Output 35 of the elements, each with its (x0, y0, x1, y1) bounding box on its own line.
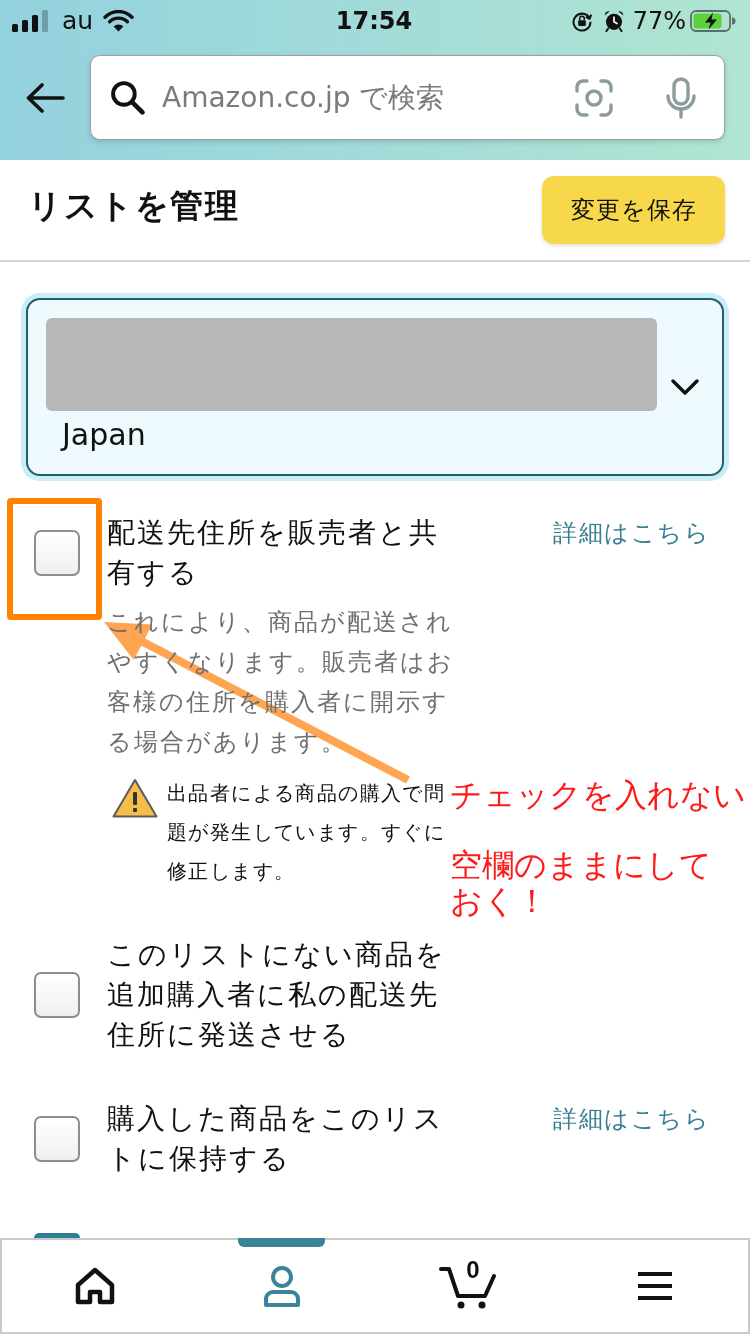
carrier-name: au (62, 6, 94, 36)
annotation-text: 空欄のままにしておく！ (450, 847, 713, 919)
microphone-icon[interactable] (665, 76, 697, 119)
person-icon (262, 1265, 301, 1307)
save-changes-button[interactable]: 変更を保存 (542, 176, 725, 244)
search-icon (110, 80, 145, 115)
page-title: リストを管理 (28, 185, 239, 227)
option-label: 配送先住所を販売者と共有する (107, 515, 440, 591)
back-arrow-icon[interactable] (25, 82, 65, 113)
rotation-lock-icon (570, 10, 593, 32)
details-link[interactable]: 詳細はこちら (553, 1099, 710, 1139)
alarm-clock-icon (602, 10, 625, 32)
status-time: 17:54 (335, 6, 413, 36)
option-label: このリストにない商品を追加購入者に私の配送先住所に発送させる (107, 937, 447, 1053)
battery-percent: 77% (632, 6, 686, 36)
annotation-text: チェックを入れない (450, 775, 746, 815)
chevron-down-icon (671, 378, 699, 395)
checkbox[interactable] (34, 1116, 80, 1162)
cart-tab[interactable]: 0 (375, 1240, 562, 1332)
warning-message: 出品者による商品の購入で問題が発生しています。すぐに修正します。 (167, 780, 447, 885)
signal-icon (12, 10, 48, 32)
warning-icon (112, 778, 158, 818)
checkbox[interactable] (34, 530, 80, 576)
checkbox[interactable] (34, 972, 80, 1018)
address-country: Japan (62, 416, 146, 454)
battery-icon (690, 10, 736, 32)
cart-count: 0 (466, 1257, 480, 1283)
wifi-icon (103, 10, 135, 32)
search-input[interactable]: Amazon.co.jp で検索 (162, 77, 563, 118)
home-icon (75, 1267, 116, 1305)
camera-scan-icon[interactable] (575, 78, 613, 117)
menu-icon (635, 1271, 674, 1301)
option-label: 購入した商品をこのリストに保持する (107, 1101, 445, 1177)
details-link[interactable]: 詳細はこちら (553, 513, 710, 553)
search-field[interactable]: Amazon.co.jp で検索 (90, 55, 725, 140)
